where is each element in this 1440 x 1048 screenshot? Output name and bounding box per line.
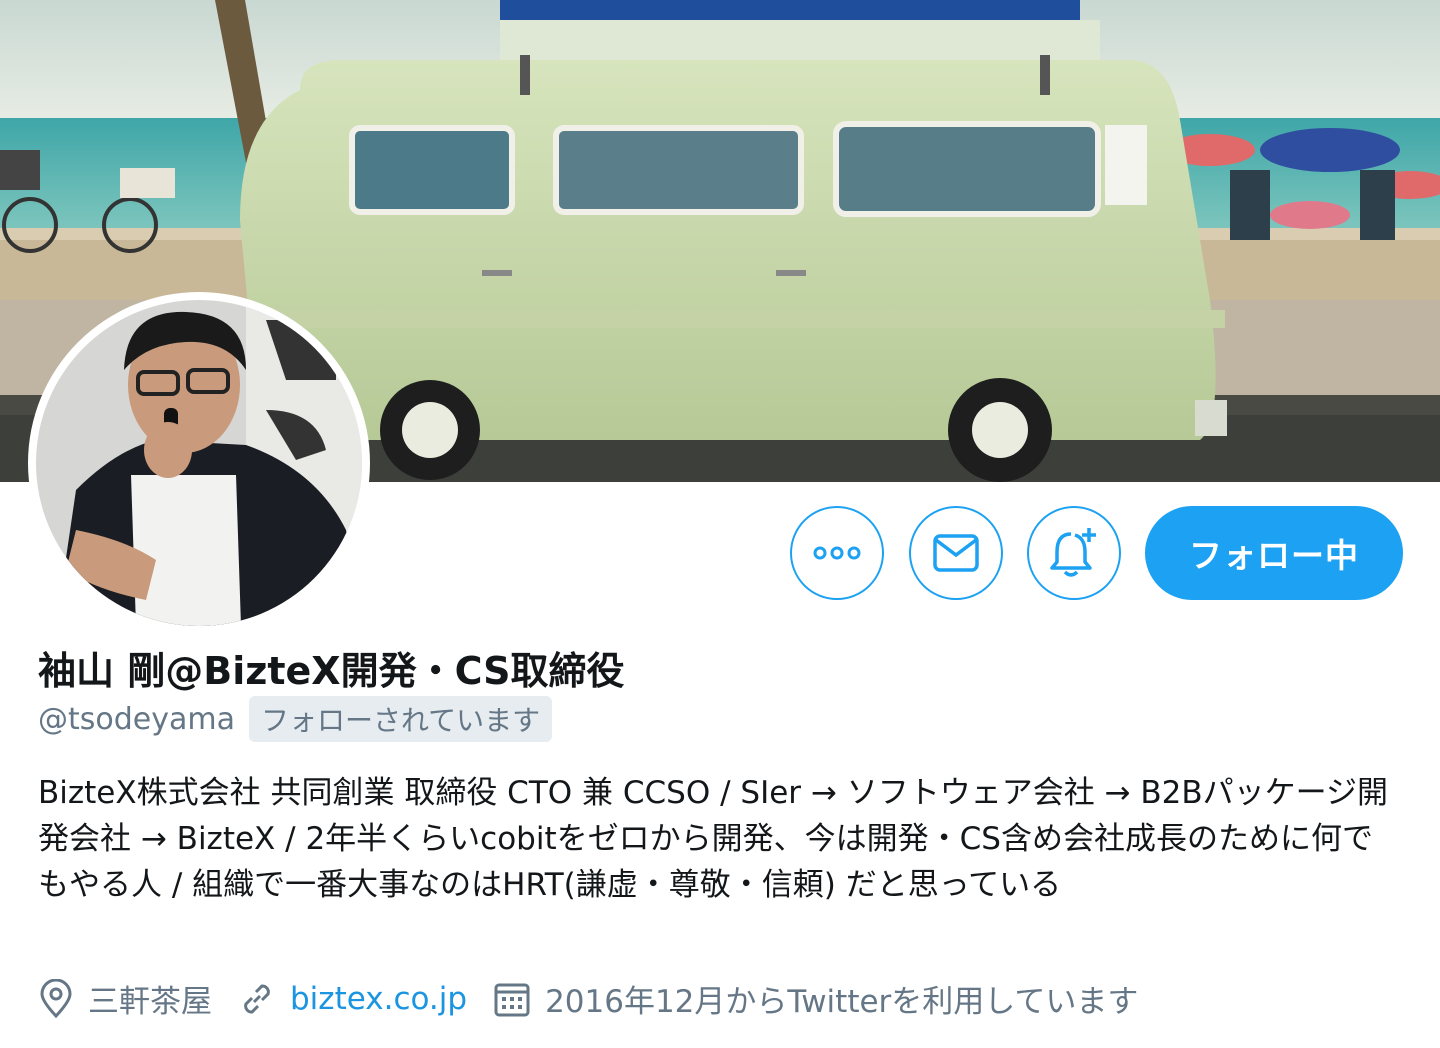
location-pin-icon — [40, 978, 72, 1018]
bell-plus-icon — [1050, 528, 1096, 577]
message-button[interactable] — [909, 506, 1003, 600]
link-icon — [244, 984, 270, 1013]
profile-meta: 三軒茶屋 biztex.co.jp 2016年12月からTwitterを利用して… — [38, 976, 1164, 1021]
joined-item: 2016年12月からTwitterを利用しています — [493, 976, 1138, 1021]
profile-display-name: 袖山 剛@BizteX開発・CS取締役 — [38, 649, 625, 693]
following-button[interactable]: フォロー中 — [1145, 506, 1403, 600]
profile-handle: @tsodeyama — [38, 701, 235, 737]
more-icon — [813, 546, 861, 560]
calendar-icon — [494, 983, 530, 1016]
location-text: 三軒茶屋 — [88, 984, 212, 1020]
profile-avatar[interactable] — [28, 292, 370, 634]
website-item[interactable]: biztex.co.jp — [238, 980, 467, 1018]
more-options-button[interactable] — [790, 506, 884, 600]
website-link[interactable]: biztex.co.jp — [290, 981, 467, 1017]
envelope-icon — [933, 534, 979, 572]
follows-you-badge: フォローされています — [249, 696, 553, 742]
notifications-button[interactable] — [1027, 506, 1121, 600]
profile-bio: BizteX株式会社 共同創業 取締役 CTO 兼 CCSO / SIer → … — [38, 775, 1389, 903]
location-item: 三軒茶屋 — [38, 976, 212, 1021]
avatar-photo — [36, 300, 362, 626]
handle-row: @tsodeyama フォローされています — [38, 696, 553, 742]
joined-date-text: 2016年12月からTwitterを利用しています — [545, 984, 1139, 1020]
